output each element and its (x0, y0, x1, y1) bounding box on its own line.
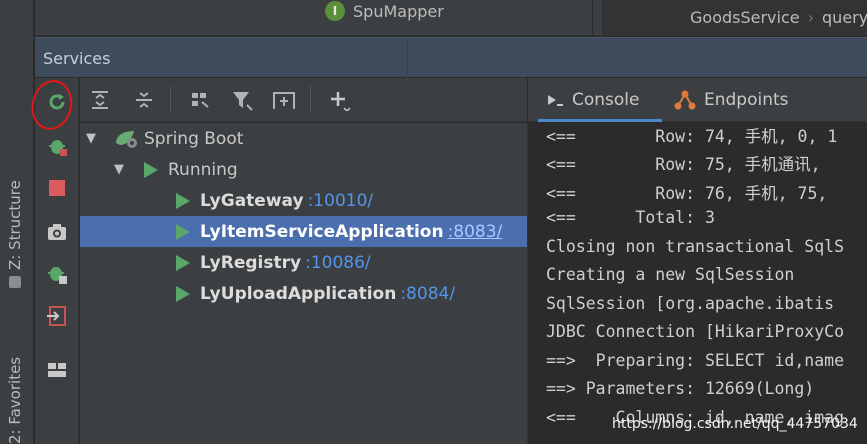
console-icon (548, 95, 563, 106)
spring-boot-label: Spring Boot (144, 128, 244, 149)
tree-node-app[interactable]: LyItemServiceApplication :8083/ (80, 216, 527, 247)
layout-icon (48, 363, 66, 377)
console-line: Creating a new SqlSession (546, 265, 795, 284)
watermark: https://blog.csdn.net/qq_44757034 (612, 416, 858, 432)
tab-endpoints[interactable]: Endpoints (674, 88, 789, 112)
console-output[interactable]: <== Row: 74, 手机, 0, 1 <== Row: 75, 手机通讯,… (527, 123, 867, 444)
console-line: JDBC Connection [HikariProxyCo (546, 322, 845, 341)
endpoints-icon (674, 90, 696, 110)
services-panel-header: Services (35, 37, 867, 78)
app-name: LyRegistry (200, 252, 302, 273)
port-link[interactable]: :10010/ (308, 191, 374, 211)
running-icon (176, 285, 190, 302)
debug-configuration-icon (48, 267, 67, 284)
stop-icon (49, 180, 65, 196)
expand-all-icon (92, 91, 108, 109)
port-link[interactable]: :8083/ (448, 222, 503, 242)
group-by-button[interactable] (188, 88, 212, 112)
debug-configuration-button[interactable] (45, 262, 69, 286)
console-line: <== Row: 76, 手机, 75, (546, 184, 828, 203)
breadcrumb: GoodsService › queryS (690, 8, 867, 27)
services-action-toolbar (35, 78, 79, 444)
chevron-down-icon[interactable]: ▼ (114, 162, 130, 177)
snapshot-button[interactable] (45, 220, 69, 244)
debug-button[interactable] (45, 134, 69, 158)
services-title: Services (43, 49, 111, 68)
structure-icon (9, 276, 21, 288)
tree-node-app[interactable]: LyRegistry :10086/ (80, 247, 527, 278)
structure-tool-tab[interactable]: Z: Structure (6, 180, 24, 288)
console-line: <== Total: 3 (546, 208, 715, 227)
breadcrumb-item[interactable]: GoodsService (690, 8, 800, 27)
group-by-icon (192, 93, 209, 108)
running-icon (176, 192, 190, 209)
open-in-tool-window-button[interactable] (45, 304, 69, 328)
add-service-icon (331, 92, 351, 111)
console-line: SqlSession [org.apache.ibatis (546, 294, 835, 313)
tree-node-spring-boot[interactable]: ▼ Spring Boot (80, 123, 527, 154)
divider (592, 0, 593, 36)
console-line: Closing non transactional SqlS (546, 237, 845, 256)
breadcrumb-item[interactable]: queryS (822, 8, 867, 27)
favorites-tab-label: 2: Favorites (6, 356, 24, 444)
tab-endpoints-label: Endpoints (704, 90, 789, 110)
editor-tab-label: SpuMapper (353, 1, 444, 21)
collapse-all-icon (136, 92, 152, 108)
active-tab-indicator (538, 119, 662, 122)
app-name: LyGateway (200, 190, 304, 211)
favorites-tool-tab[interactable]: 2: Favorites (6, 357, 24, 444)
filter-icon (233, 92, 253, 111)
open-in-tool-window-icon (47, 306, 66, 326)
console-line: <== Row: 74, 手机, 0, 1 (546, 127, 838, 146)
tab-console[interactable]: Console (546, 88, 640, 112)
app-name: LyUploadApplication (200, 283, 397, 304)
stop-button[interactable] (45, 176, 69, 200)
running-icon (176, 223, 190, 240)
console-tab-bar: Console Endpoints (527, 78, 867, 122)
toolbar-separator (170, 86, 171, 112)
app-name: LyItemServiceApplication (200, 221, 444, 242)
add-service-button[interactable] (328, 88, 352, 112)
divider (407, 38, 408, 78)
interface-icon: I (325, 1, 345, 21)
tree-node-running[interactable]: ▼ Running (80, 154, 527, 185)
console-line: ==> Preparing: SELECT id,name (546, 351, 845, 370)
debug-icon (49, 140, 67, 156)
spring-boot-icon (116, 130, 137, 148)
filter-button[interactable] (230, 88, 254, 112)
new-tab-button[interactable] (272, 88, 296, 112)
tab-console-label: Console (572, 90, 640, 110)
editor-tab-bar: I SpuMapper GoodsService › queryS (35, 0, 867, 36)
collapse-all-button[interactable] (132, 88, 156, 112)
port-link[interactable]: :10086/ (305, 253, 371, 273)
running-label: Running (168, 159, 238, 180)
tree-node-app[interactable]: LyGateway :10010/ (80, 185, 527, 216)
new-tab-icon (273, 92, 295, 109)
tree-node-app[interactable]: LyUploadApplication :8084/ (80, 278, 527, 309)
editor-tab-spumapper[interactable]: I SpuMapper (325, 0, 444, 22)
console-line: ==> Parameters: 12669(Long) (546, 379, 815, 398)
layout-button[interactable] (45, 358, 69, 382)
chevron-down-icon[interactable]: ▼ (86, 131, 102, 146)
expand-all-button[interactable] (88, 88, 112, 112)
snapshot-icon (48, 224, 66, 240)
left-tool-strip: Z: Structure 2: Favorites (0, 0, 34, 444)
port-link[interactable]: :8084/ (400, 284, 455, 304)
services-tree: ▼ Spring Boot ▼ Running LyGateway :10010… (80, 123, 527, 444)
toolbar-separator (310, 86, 311, 112)
services-tree-toolbar (80, 78, 527, 122)
running-icon (144, 161, 158, 178)
breadcrumb-separator-icon: › (807, 8, 815, 27)
structure-tab-label: Z: Structure (6, 180, 24, 270)
running-icon (176, 254, 190, 271)
console-line: <== Row: 75, 手机通讯, (546, 155, 821, 174)
